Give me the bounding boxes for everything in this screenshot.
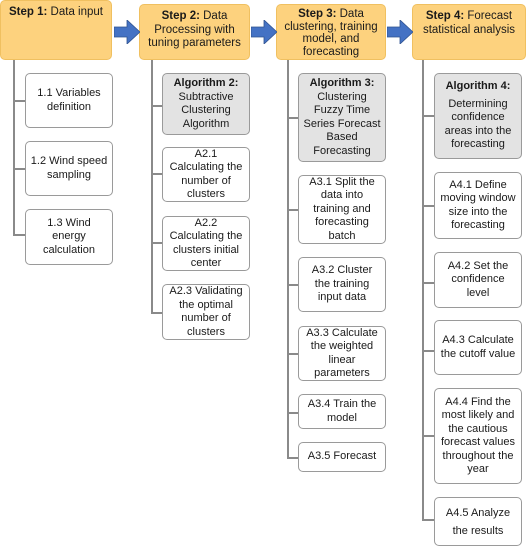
step-3-item: A3.5 Forecast bbox=[298, 442, 386, 472]
step-3-item: A3.1 Split the data into training and fo… bbox=[298, 175, 386, 244]
algorithm-2-box: Algorithm 2: Subtractive Clustering Algo… bbox=[162, 73, 250, 135]
step-3-header: Step 3: Data clustering, training model,… bbox=[276, 4, 386, 60]
arrow-right-icon bbox=[251, 20, 277, 44]
algorithm-2-label: Algorithm 2: bbox=[173, 77, 239, 89]
step-1-header: Step 1: Data input bbox=[0, 0, 112, 60]
step-1-item: 1.2 Wind speed sampling bbox=[25, 141, 113, 196]
step-3-item: A3.4 Train the model bbox=[298, 394, 386, 429]
step-1-title: Data input bbox=[50, 6, 103, 18]
connector-line bbox=[287, 60, 289, 458]
step-2-item: A2.3 Validating the optimal number of cl… bbox=[162, 284, 250, 340]
step-4-label: Step 4: bbox=[425, 10, 468, 22]
step-4-item: A4.5 Analyze the results bbox=[434, 497, 522, 546]
step-3-label: Step 3: bbox=[298, 8, 340, 20]
arrow-right-icon bbox=[387, 20, 413, 44]
step-1-item: 1.3 Wind energy calculation bbox=[25, 209, 113, 265]
step-4-item: A4.3 Calculate the cutoff value bbox=[434, 320, 522, 375]
step-3-item: A3.3 Calculate the weighted linear param… bbox=[298, 326, 386, 381]
step-1-label: Step 1: bbox=[9, 6, 51, 18]
step-4-item: A4.4 Find the most likely and the cautio… bbox=[434, 388, 522, 484]
connector-line bbox=[13, 60, 15, 235]
algorithm-3-label: Algorithm 3: bbox=[309, 77, 375, 89]
step-1-item: 1.1 Variables definition bbox=[25, 73, 113, 128]
arrow-right-icon bbox=[114, 20, 140, 44]
step-2-item: A2.1 Calculating the number of clusters bbox=[162, 147, 250, 202]
algorithm-4-box: Algorithm 4: Determining confidence area… bbox=[434, 73, 522, 159]
connector-line bbox=[151, 60, 153, 313]
step-2-item: A2.2 Calculating the clusters initial ce… bbox=[162, 216, 250, 271]
step-3-item: A3.2 Cluster the training input data bbox=[298, 257, 386, 312]
algorithm-2-title: Subtractive Clustering Algorithm bbox=[178, 90, 234, 130]
step-4-item: A4.2 Set the confidence level bbox=[434, 252, 522, 308]
algorithm-3-box: Algorithm 3: Clustering Fuzzy Time Serie… bbox=[298, 73, 386, 162]
connector-line bbox=[422, 60, 424, 520]
algorithm-4-label: Algorithm 4: bbox=[445, 80, 511, 93]
step-2-label: Step 2: bbox=[161, 10, 204, 22]
step-4-header: Step 4: Forecast statistical analysis bbox=[412, 4, 526, 60]
algorithm-3-title: Clustering Fuzzy Time Series Forecast Ba… bbox=[303, 90, 381, 157]
step-2-header: Step 2: Data Processing with tuning para… bbox=[139, 4, 250, 60]
step-4-item: A4.1 Define moving window size into the … bbox=[434, 172, 522, 239]
algorithm-4-title: Determining confidence areas into the fo… bbox=[444, 97, 512, 151]
